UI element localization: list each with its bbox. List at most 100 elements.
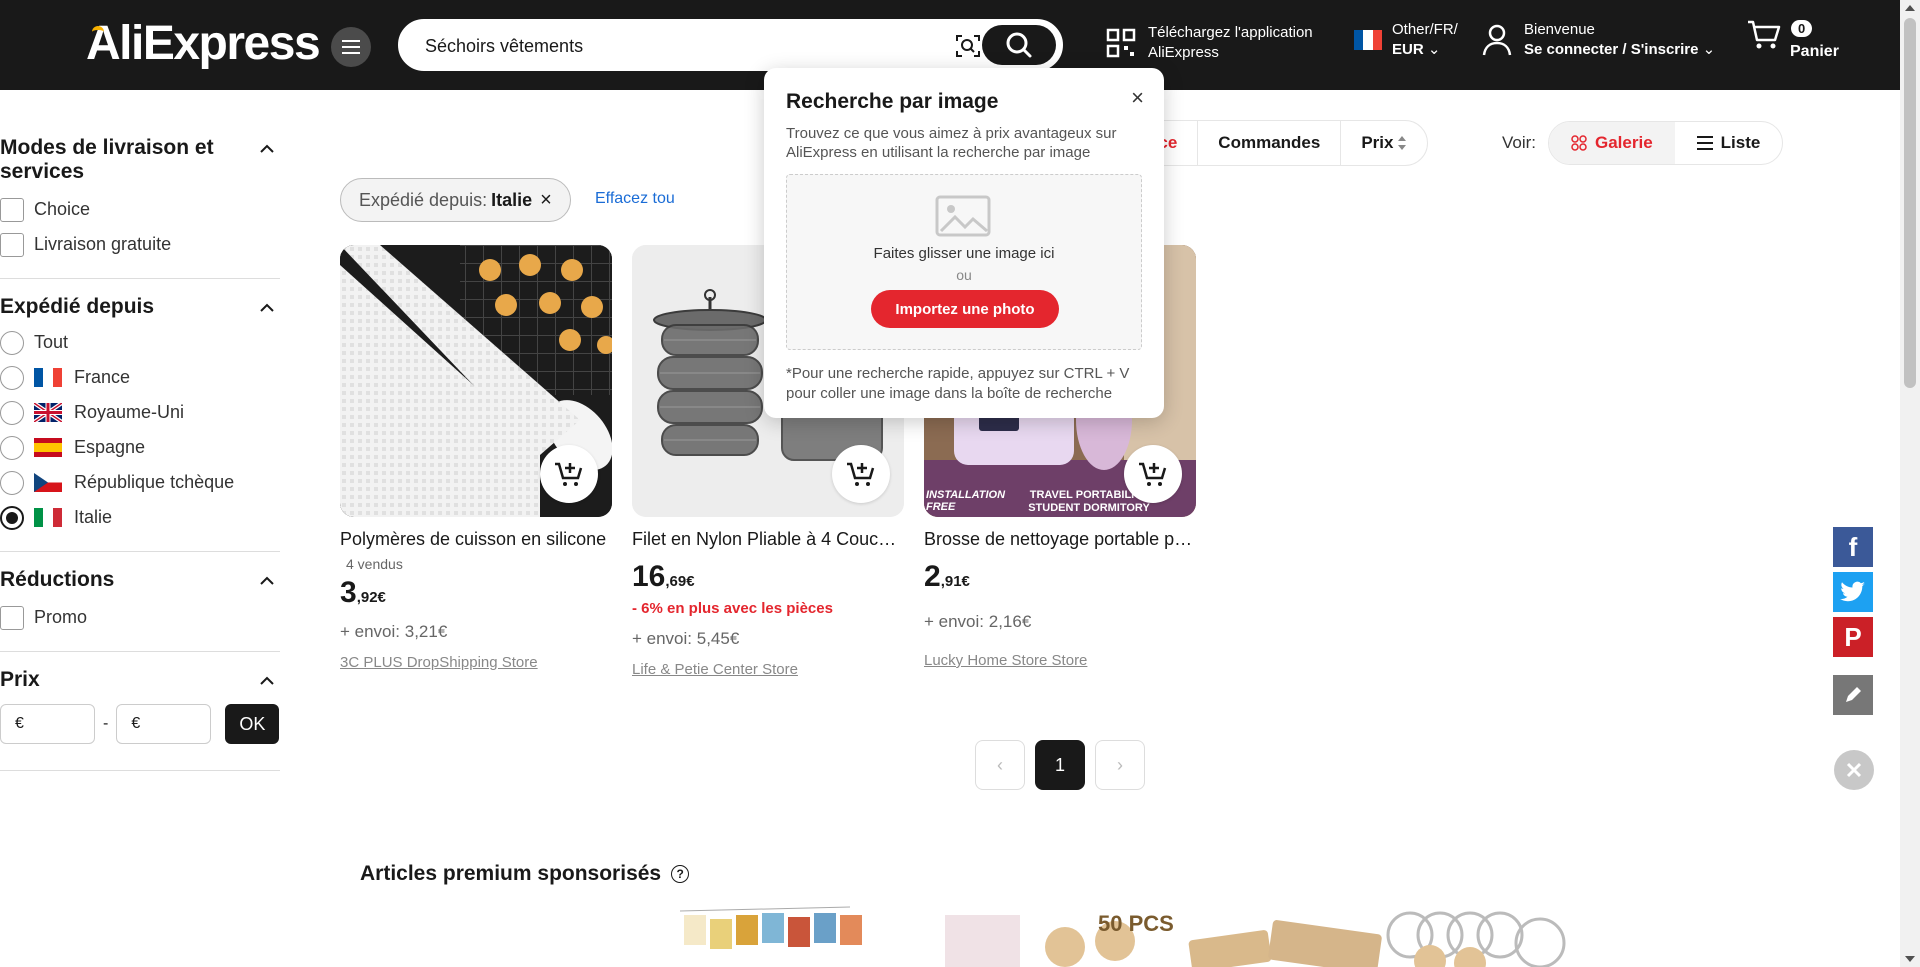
list-label: Liste [1720,133,1761,152]
checkbox[interactable] [0,197,24,222]
product-title[interactable]: Brosse de nettoyage portable pour [924,529,1196,550]
delivery-option-choice[interactable]: Choice [0,192,280,227]
ship-option-czech[interactable]: République tchèque [0,465,280,500]
pinterest-share-button[interactable]: P [1833,617,1873,657]
add-to-cart-button[interactable] [1124,445,1182,503]
page-1-button[interactable]: 1 [1035,740,1085,790]
ship-option-italy[interactable]: Italie [0,500,280,535]
radio[interactable] [0,470,24,495]
app-line1: Téléchargez l'application [1148,24,1313,41]
locale-selector[interactable]: Other/FR/EUR ⌄ [1354,20,1458,60]
shipped-from-header[interactable]: Expédié depuis [0,295,280,319]
product-title[interactable]: Filet en Nylon Pliable à 4 Couches [632,529,904,550]
cart-button[interactable]: 0 Panier [1746,18,1839,60]
gallery-label: Galerie [1595,133,1653,152]
discounts-section: Réductions Promo [0,568,280,652]
max-price-input[interactable]: € [116,704,212,744]
checkbox[interactable] [0,605,24,630]
section-title: Prix [0,668,40,691]
edit-button[interactable] [1833,675,1873,715]
ship-option-uk[interactable]: Royaume-Uni [0,395,280,430]
scroll-up-arrow-icon[interactable] [1905,5,1915,11]
price-header[interactable]: Prix [0,668,280,692]
sold-count: 4 vendus [346,556,403,572]
help-icon[interactable]: ? [671,865,690,883]
ship-option-spain[interactable]: Espagne [0,430,280,465]
radio[interactable] [0,400,24,425]
chip-value: Italie [491,189,533,210]
chevron-up-icon [260,676,274,685]
close-icon[interactable]: × [540,189,552,212]
radio[interactable] [0,435,24,460]
product-price: 16,69€ [632,560,904,594]
price-dec: ,91€ [940,573,970,590]
search-button[interactable] [982,25,1056,65]
sponsored-products-image [679,906,1566,967]
sign-in-link[interactable]: Se connecter / S'inscrire [1524,41,1698,58]
menu-button[interactable] [331,27,371,67]
close-icon[interactable]: × [1131,87,1144,109]
list-view-button[interactable]: Liste [1675,122,1783,164]
discount-option-promo[interactable]: Promo [0,600,280,635]
view-label: Voir: [1502,133,1537,152]
search-input[interactable] [425,32,925,60]
product-image[interactable] [340,245,612,517]
store-link[interactable]: Life & Petie Center Store [632,661,904,678]
sponsored-thumbnails[interactable]: 50 PCS [670,905,1700,967]
gallery-view-button[interactable]: Galerie [1549,122,1675,164]
radio[interactable] [0,330,24,355]
price-dec: ,92€ [356,589,386,606]
chevron-up-icon [260,303,274,312]
delivery-filter-section: Modes de livraison et services Choice Li… [0,136,280,279]
sponsored-header: Articles premium sponsorisés ? [360,862,690,886]
download-app-link[interactable]: Téléchargez l'application AliExpress [1106,23,1313,63]
add-to-cart-button[interactable] [832,445,890,503]
active-filter-chip[interactable]: Expédié depuis: Italie × [340,178,571,222]
image-placeholder-icon [935,195,991,237]
upload-photo-button[interactable]: Importez une photo [871,290,1059,328]
scrollbar-thumb[interactable] [1904,18,1916,388]
delivery-option-free[interactable]: Livraison gratuite [0,227,280,262]
store-link[interactable]: Lucky Home Store Store [924,652,1196,669]
min-price-input[interactable]: € [0,704,95,744]
aliexpress-logo[interactable]: AliExpress [86,14,321,74]
add-to-cart-button[interactable] [540,445,598,503]
option-label: Choice [34,199,91,219]
option-label: République tchèque [74,472,235,492]
pcs-label: 50 PCS [1098,911,1174,936]
price-ok-button[interactable]: OK [225,704,280,744]
italy-flag-icon [34,508,62,527]
checkbox[interactable] [0,232,24,257]
image-drop-zone[interactable]: Faites glisser une image ici ou Importez… [786,174,1142,350]
discounts-header[interactable]: Réductions [0,568,280,592]
sort-price[interactable]: Prix [1340,121,1427,165]
radio-selected[interactable] [0,505,24,530]
pinterest-icon: P [1844,621,1862,652]
close-social-button[interactable] [1834,750,1874,790]
page-scrollbar[interactable] [1900,0,1920,967]
product-card[interactable]: Polymères de cuisson en silicone 4 vendu… [340,245,612,671]
ship-option-france[interactable]: France [0,360,280,395]
delivery-filter-header[interactable]: Modes de livraison et services [0,136,280,184]
product-title[interactable]: Polymères de cuisson en silicone [340,529,612,550]
search-bar [398,19,1063,71]
france-flag-icon [34,368,62,387]
sort-bar: nce Commandes Prix [1125,120,1429,166]
twitter-share-button[interactable] [1833,572,1873,612]
add-cart-icon [555,462,583,486]
facebook-share-button[interactable]: f [1833,527,1873,567]
store-link[interactable]: 3C PLUS DropShipping Store [340,654,612,671]
clear-filters-link[interactable]: Effacez tou [595,190,675,208]
ship-option-all[interactable]: Tout [0,325,280,360]
image-search-icon[interactable] [955,33,981,59]
section-title: Réductions [0,568,115,591]
prev-page-button[interactable]: ‹ [975,740,1025,790]
sort-orders[interactable]: Commandes [1197,121,1340,165]
currency-label: EUR [1392,41,1424,58]
scroll-down-arrow-icon[interactable] [1905,956,1915,962]
next-page-button[interactable]: › [1095,740,1145,790]
locale-line1: Other/FR/ [1392,21,1458,38]
account-menu[interactable]: Bienvenue Se connecter / S'inscrire ⌄ [1482,20,1715,60]
price-separator: - [103,715,109,732]
radio[interactable] [0,365,24,390]
